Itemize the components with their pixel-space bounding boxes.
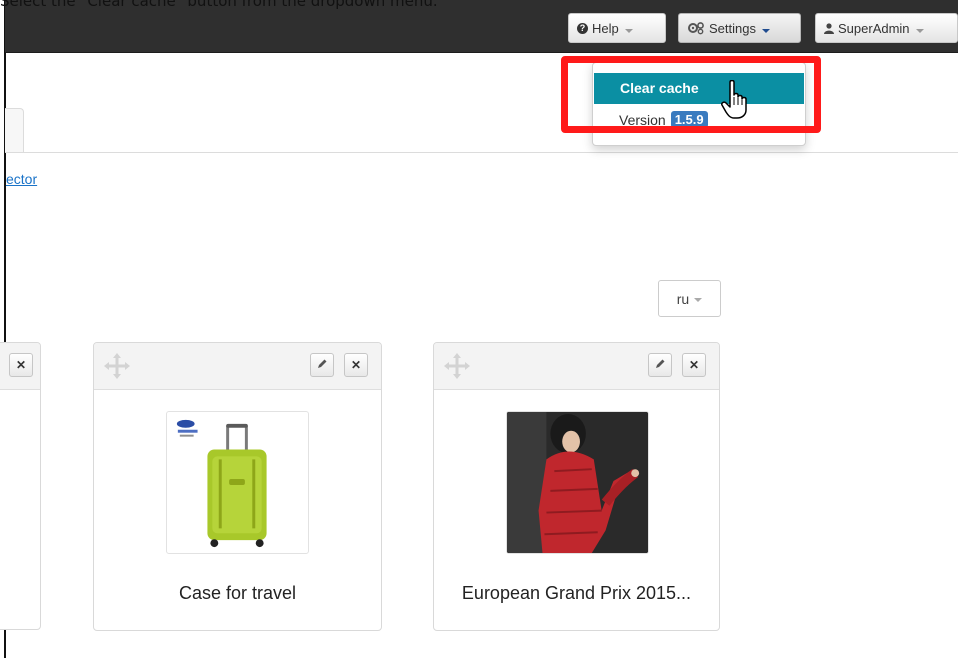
user-label: SuperAdmin xyxy=(838,20,910,36)
product-card: ✕ European Grand Prix 2015... xyxy=(433,342,720,631)
red-jacket-image xyxy=(507,412,648,553)
settings-label: Settings xyxy=(709,20,756,36)
chevron-down-icon xyxy=(915,29,924,33)
user-icon xyxy=(824,22,834,34)
product-title: Case for travel xyxy=(178,583,297,603)
edit-button[interactable] xyxy=(648,353,672,377)
pencil-icon xyxy=(654,358,666,373)
card-header: ✕ xyxy=(94,343,381,390)
close-icon: ✕ xyxy=(350,358,362,372)
delete-button[interactable]: ✕ xyxy=(344,353,368,377)
highlight-box xyxy=(561,56,821,133)
language-value: ru xyxy=(676,290,690,307)
move-icon[interactable] xyxy=(442,351,472,381)
chevron-down-icon xyxy=(624,29,633,33)
partial-link[interactable]: ector xyxy=(6,171,37,187)
suitcase-image xyxy=(176,419,267,548)
close-icon: ✕ xyxy=(15,358,27,372)
close-icon: ✕ xyxy=(688,358,700,372)
help-label: Help xyxy=(592,20,619,36)
chevron-down-icon xyxy=(694,297,703,302)
pencil-icon xyxy=(316,358,328,373)
delete-button[interactable]: ✕ xyxy=(9,353,33,377)
instruction-caption: Select the "Clear cache" button from the… xyxy=(0,0,438,10)
question-icon: ? xyxy=(577,22,588,34)
gears-icon xyxy=(687,21,705,35)
product-title: European Grand Prix 2015... xyxy=(461,583,692,603)
settings-button[interactable]: Settings xyxy=(678,13,801,43)
hand-cursor-icon xyxy=(721,80,747,119)
delete-button[interactable]: ✕ xyxy=(682,353,706,377)
product-card-partial: ✕ xyxy=(0,342,41,630)
product-image[interactable] xyxy=(166,411,309,554)
product-card: ✕ Case for travel xyxy=(93,342,382,631)
tab-partial[interactable] xyxy=(5,108,24,153)
user-menu-button[interactable]: SuperAdmin xyxy=(815,13,958,43)
language-select[interactable]: ru xyxy=(658,280,721,317)
help-button[interactable]: ? Help xyxy=(568,13,666,43)
product-image[interactable] xyxy=(506,411,649,554)
move-icon[interactable] xyxy=(102,351,132,381)
chevron-down-icon xyxy=(761,29,770,33)
card-header: ✕ xyxy=(0,343,40,390)
edit-button[interactable] xyxy=(310,353,334,377)
card-header: ✕ xyxy=(434,343,719,390)
tab-divider xyxy=(5,152,958,153)
